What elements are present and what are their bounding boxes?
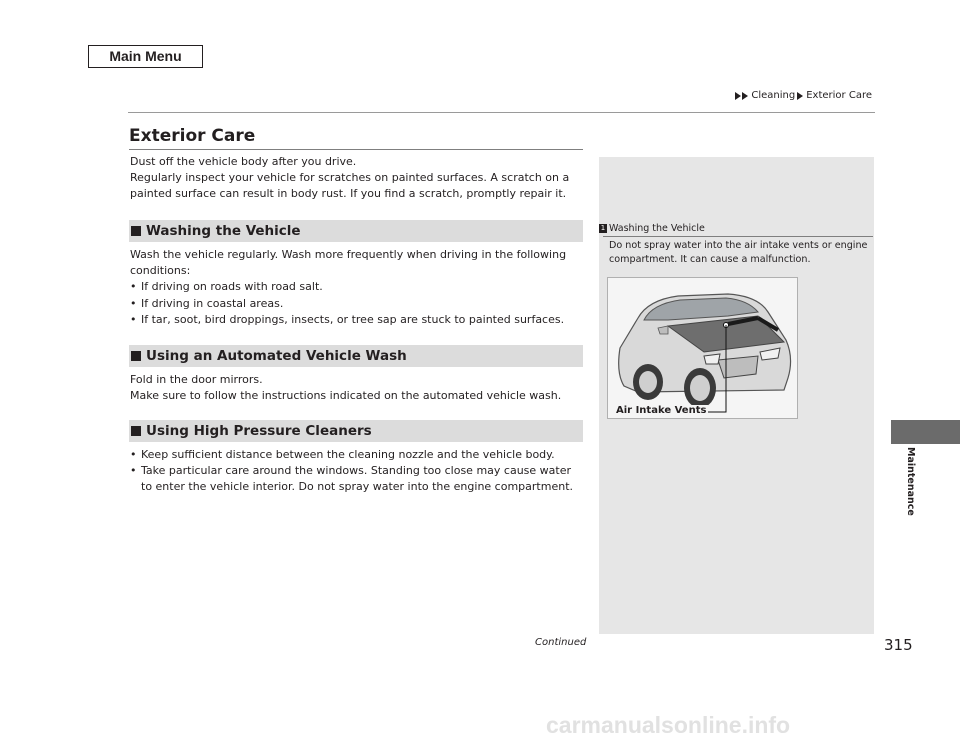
car-illustration [607, 277, 798, 419]
breadcrumb: Cleaning Exterior Care [735, 90, 874, 101]
page-title: Exterior Care [129, 126, 256, 146]
side-note-text: Do not spray water into the air intake v… [609, 240, 868, 265]
bullet-list: Keep sufficient distance between the cle… [130, 447, 585, 496]
section-heading-washing: Washing the Vehicle [129, 220, 583, 242]
breadcrumb-arrow-icon [742, 91, 749, 100]
breadcrumb-current: Exterior Care [806, 90, 872, 101]
breadcrumb-link-cleaning[interactable]: Cleaning [751, 90, 795, 101]
section-heading-label: Using an Automated Vehicle Wash [146, 348, 407, 364]
list-item: If driving on roads with road salt. [130, 279, 585, 295]
callout-label-air-intake: Air Intake Vents [614, 405, 709, 416]
list-item: Keep sufficient distance between the cle… [130, 447, 585, 463]
page-number: 315 [884, 636, 913, 654]
side-note-divider [603, 236, 873, 237]
list-item: If tar, soot, bird droppings, insects, o… [130, 312, 585, 328]
breadcrumb-arrow-icon [735, 91, 742, 100]
bullet-list: If driving on roads with road salt. If d… [130, 279, 585, 328]
section-automated-wash-body: Fold in the door mirrors. Make sure to f… [130, 372, 585, 404]
side-note-heading: 1 Washing the Vehicle [599, 223, 705, 234]
section-text: Make sure to follow the instructions ind… [130, 389, 562, 403]
section-text: Fold in the door mirrors. [130, 373, 263, 386]
header-divider [128, 112, 875, 113]
intro-line: Regularly inspect your vehicle for scrat… [130, 171, 570, 201]
section-text: Wash the vehicle regularly. Wash more fr… [130, 248, 567, 278]
square-bullet-icon [131, 351, 141, 361]
section-washing-body: Wash the vehicle regularly. Wash more fr… [130, 247, 585, 328]
section-heading-label: Using High Pressure Cleaners [146, 423, 372, 439]
breadcrumb-arrow-icon [797, 91, 804, 100]
main-menu-button[interactable]: Main Menu [88, 45, 203, 68]
intro-text: Dust off the vehicle body after you driv… [130, 154, 585, 203]
section-high-pressure-body: Keep sufficient distance between the cle… [130, 447, 585, 496]
square-bullet-icon [131, 226, 141, 236]
list-item: Take particular care around the windows.… [130, 463, 585, 495]
section-heading-label: Washing the Vehicle [146, 223, 301, 239]
note-number-badge: 1 [599, 224, 607, 233]
section-heading-high-pressure: Using High Pressure Cleaners [129, 420, 583, 442]
continued-label: Continued [535, 637, 587, 648]
intro-line: Dust off the vehicle body after you driv… [130, 155, 357, 168]
square-bullet-icon [131, 426, 141, 436]
chapter-tab[interactable] [891, 420, 960, 444]
car-front-icon [618, 293, 792, 413]
side-note-title: Washing the Vehicle [609, 223, 705, 234]
title-divider [129, 149, 583, 150]
section-heading-automated-wash: Using an Automated Vehicle Wash [129, 345, 583, 367]
chapter-label: Maintenance [905, 447, 916, 516]
watermark: carmanualsonline.info [546, 712, 791, 738]
list-item: If driving in coastal areas. [130, 296, 585, 312]
